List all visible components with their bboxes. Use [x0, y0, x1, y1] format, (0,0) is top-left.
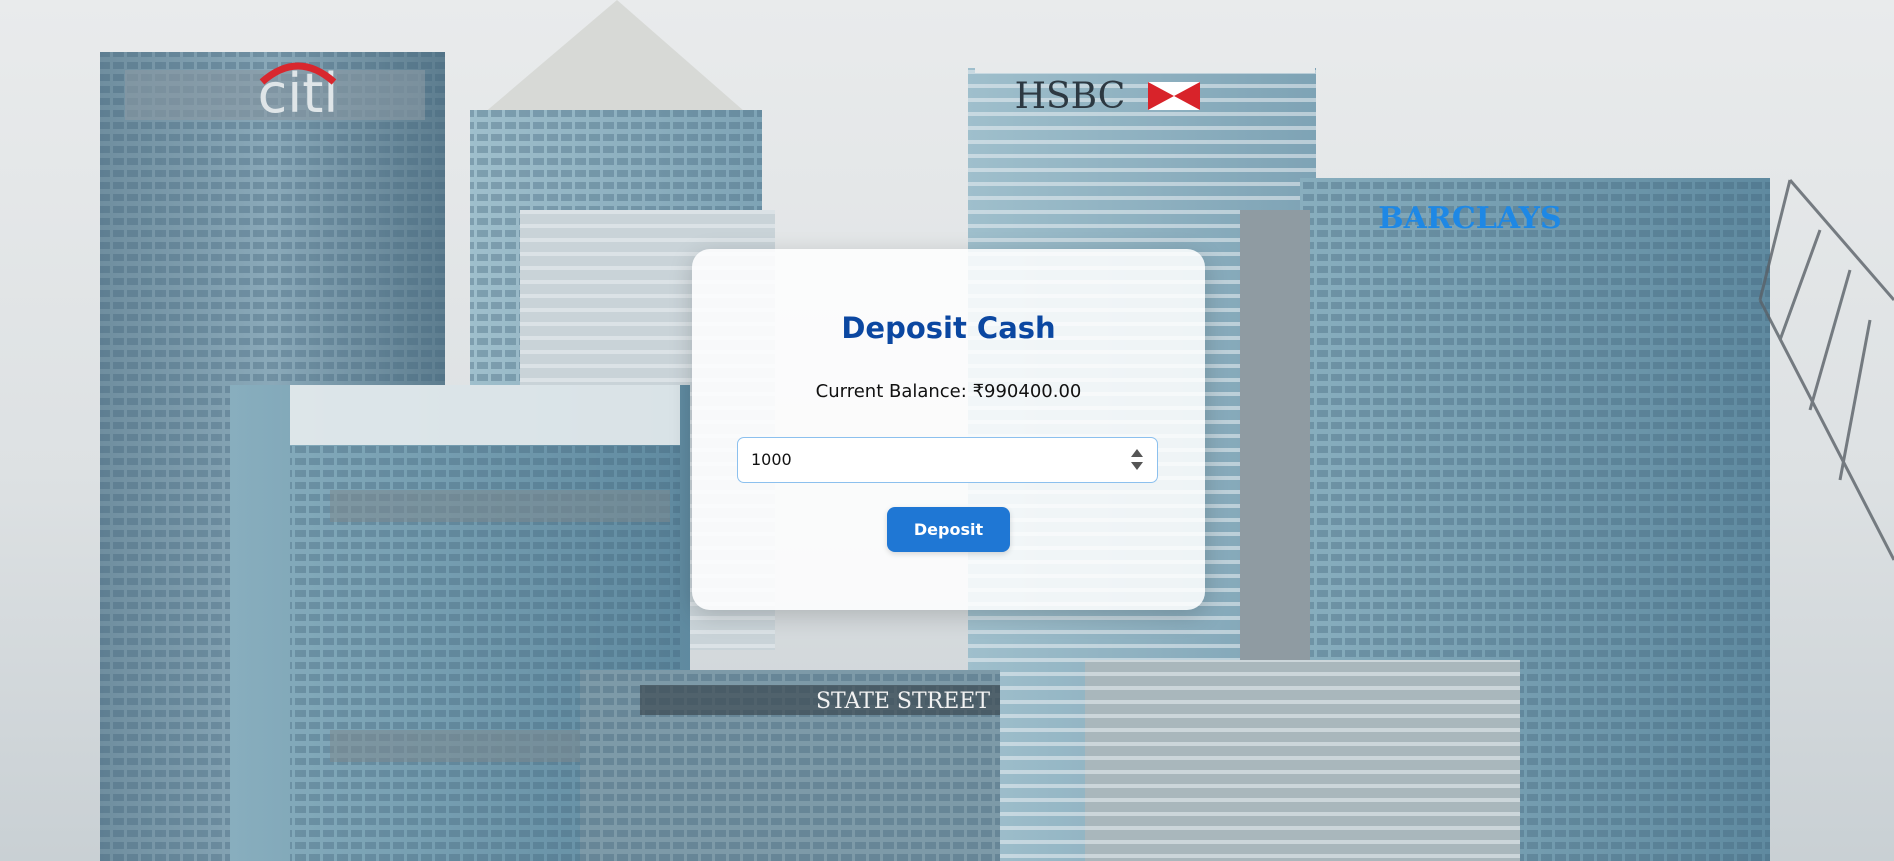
hsbc-logo: HSBC	[1015, 76, 1126, 117]
balance-label: Current Balance:	[815, 381, 967, 402]
deposit-title: Deposit Cash	[841, 311, 1056, 345]
increment-arrow-icon[interactable]	[1131, 449, 1143, 457]
balance-value: ₹990400.00	[972, 381, 1082, 402]
amount-stepper[interactable]	[1131, 449, 1143, 471]
deposit-amount-field[interactable]	[737, 437, 1158, 483]
page-background: citi HSBC BARCLAYS STATE STREET Deposit …	[0, 0, 1894, 861]
barclays-logo: BARCLAYS	[1378, 201, 1561, 236]
current-balance: Current Balance: ₹990400.00	[692, 381, 1205, 402]
state-street-logo: STATE STREET	[816, 689, 990, 714]
deposit-button[interactable]: Deposit	[887, 507, 1010, 552]
decrement-arrow-icon[interactable]	[1131, 462, 1143, 470]
citi-logo: citi	[258, 62, 339, 125]
deposit-amount-input[interactable]	[738, 438, 1118, 481]
deposit-card: Deposit Cash Current Balance: ₹990400.00…	[692, 249, 1205, 610]
